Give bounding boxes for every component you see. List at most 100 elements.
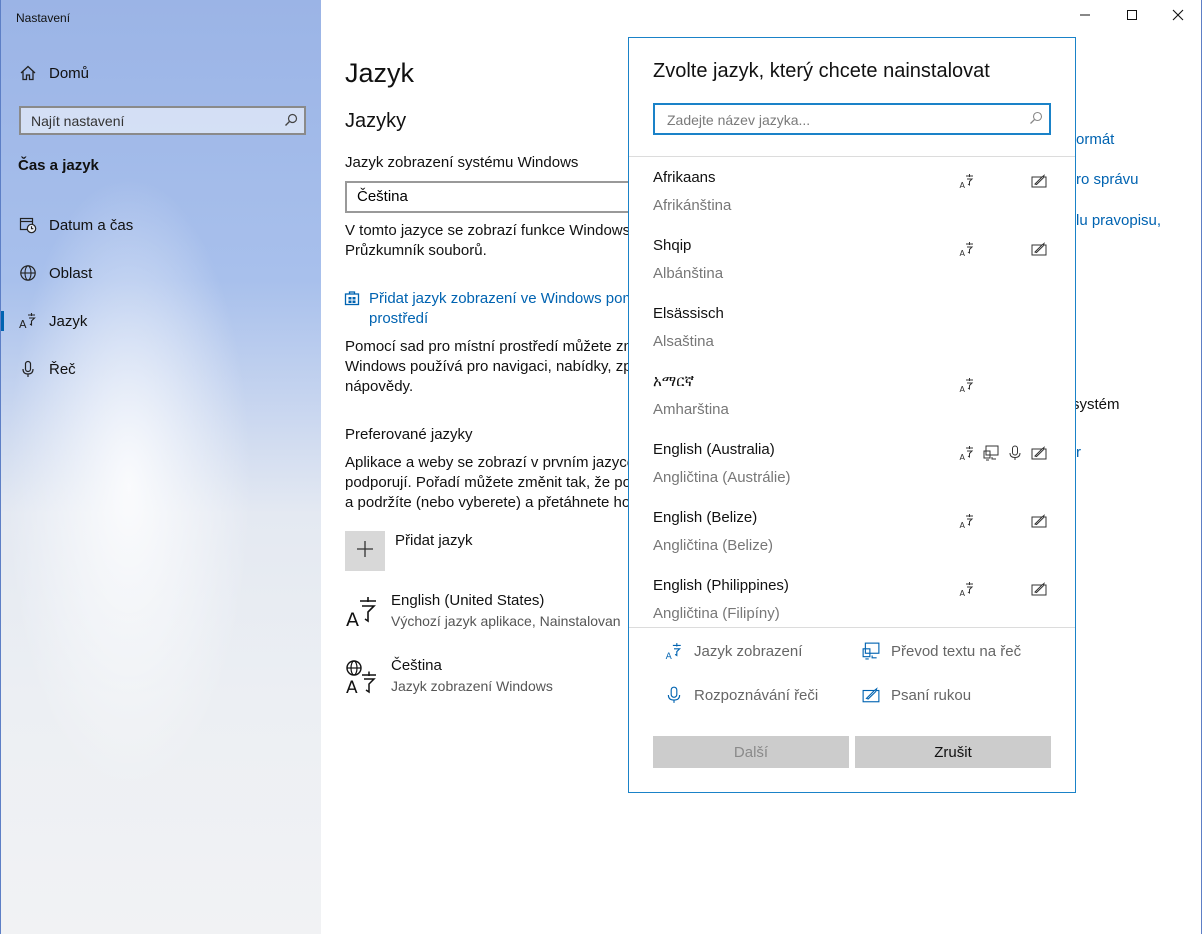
text-to-speech-icon (982, 444, 1000, 462)
list-item[interactable]: Shqip Albánština A (629, 225, 1075, 293)
svg-text:A: A (960, 589, 966, 597)
language-search-input[interactable] (665, 110, 1015, 129)
nav-region[interactable]: Oblast (1, 253, 322, 293)
handwriting-icon (1030, 172, 1048, 190)
sidebar: Nastavení Domů Čas a jazyk Datum a čas O… (0, 0, 321, 934)
minimize-icon (1079, 8, 1091, 26)
display-language-icon: A (958, 512, 976, 530)
dialog-title: Zvolte jazyk, který chcete nainstalovat (653, 60, 990, 82)
selection-indicator (1, 311, 4, 331)
calendar-clock-icon (18, 215, 38, 235)
related-link-spelling[interactable]: lu pravopisu, (1076, 211, 1161, 231)
search-icon[interactable] (1029, 111, 1043, 130)
legend-display-language: A Jazyk zobrazení (664, 641, 803, 661)
language-search[interactable] (653, 103, 1051, 135)
svg-text:A: A (960, 521, 966, 529)
speech-recognition-icon (664, 685, 684, 705)
display-desc-line1: V tomto jazyce se zobrazí funkce Windows… (345, 222, 635, 239)
maximize-button[interactable] (1109, 0, 1155, 34)
add-language-button[interactable] (345, 531, 385, 571)
installed-lang-name-1[interactable]: Čeština (391, 656, 442, 676)
settings-search-input[interactable] (29, 111, 269, 131)
legend-speech-recognition: Rozpoznávání řeči (664, 685, 818, 705)
display-language-label: Jazyk zobrazení systému Windows (345, 154, 579, 171)
nav-language[interactable]: A Jazyk (1, 301, 322, 341)
nav-date-time[interactable]: Datum a čas (1, 205, 322, 245)
handwriting-icon (1030, 512, 1048, 530)
close-icon (1172, 8, 1184, 26)
section-title: Čas a jazyk (18, 157, 99, 174)
install-language-dialog: Zvolte jazyk, který chcete nainstalovat … (628, 37, 1076, 793)
display-language-icon: A (664, 641, 684, 661)
language-name: English (Philippines) (653, 577, 789, 594)
settings-search[interactable] (19, 106, 306, 135)
nav-speech-label: Řeč (49, 360, 76, 378)
nav-home[interactable]: Domů (1, 53, 322, 93)
language-local-name: Angličtina (Austrálie) (653, 469, 791, 486)
legend-handwriting-label: Psaní rukou (891, 686, 972, 704)
legend-tts-label: Převod textu na řeč (891, 642, 1022, 660)
display-language-icon: A (958, 240, 976, 258)
list-item[interactable]: Afrikaans Afrikánština A (629, 157, 1075, 225)
list-item[interactable]: አማርኛ Amharština A (629, 361, 1075, 429)
display-language-dropdown[interactable]: Čeština (345, 181, 645, 213)
languages-heading: Jazyky (345, 110, 407, 132)
display-language-icon: A (958, 580, 976, 598)
language-name: Shqip (653, 237, 692, 254)
search-icon[interactable] (284, 113, 298, 132)
right-link-r[interactable]: r (1076, 443, 1081, 463)
add-display-language-link[interactable]: Přidat jazyk zobrazení ve Windows pom (369, 289, 635, 309)
preferred-desc-line1: Aplikace a weby se zobrazí v prvním jazy… (345, 454, 636, 471)
list-item[interactable]: English (Belize) Angličtina (Belize) A (629, 497, 1075, 565)
plus-icon (356, 540, 374, 563)
installed-lang-desc-0: Výchozí jazyk aplikace, Nainstalovan (391, 613, 621, 629)
svg-text:A: A (346, 609, 359, 628)
maximize-icon (1126, 8, 1138, 26)
legend-handwriting: Psaní rukou (861, 685, 971, 705)
minimize-button[interactable] (1062, 0, 1108, 34)
handwriting-icon (1030, 444, 1048, 462)
language-local-name: Afrikánština (653, 197, 732, 214)
store-icon (344, 290, 360, 311)
svg-text:A: A (346, 678, 358, 694)
list-item[interactable]: English (Philippines) Angličtina (Filipí… (629, 565, 1075, 627)
language-local-name: Angličtina (Belize) (653, 537, 774, 554)
window-title: Nastavení (16, 11, 71, 25)
pack-desc-line1: Pomocí sad pro místní prostředí můžete z… (345, 338, 636, 355)
handwriting-icon (1030, 240, 1048, 258)
nav-date-time-label: Datum a čas (49, 216, 134, 234)
language-list[interactable]: Afrikaans Afrikánština A Shqip Albánštin… (629, 156, 1075, 628)
language-icon: A (18, 311, 38, 331)
add-display-language-link-cont[interactable]: prostředí (369, 309, 428, 329)
nav-speech[interactable]: Řeč (1, 349, 322, 389)
pack-desc-line2: Windows používá pro navigaci, nabídky, z… (345, 358, 632, 375)
czech-language-icon: A (345, 660, 379, 699)
svg-text:A: A (960, 181, 966, 189)
svg-text:A: A (960, 453, 966, 461)
language-name: Afrikaans (653, 169, 716, 186)
next-button[interactable]: Další (653, 736, 849, 768)
preferred-desc-line2: podporují. Pořadí můžete změnit tak, že … (345, 474, 631, 491)
related-link-admin[interactable]: ro správu (1076, 170, 1139, 190)
display-language-icon: A (958, 376, 976, 394)
language-name: አማርኛ (653, 373, 695, 390)
cancel-button[interactable]: Zrušit (855, 736, 1051, 768)
related-link-format[interactable]: ormát (1076, 130, 1114, 150)
language-name: Elsässisch (653, 305, 724, 322)
preferred-languages-heading: Preferované jazyky (345, 426, 473, 443)
handwriting-icon (1030, 580, 1048, 598)
nav-region-label: Oblast (49, 264, 93, 282)
svg-text:A: A (666, 652, 673, 660)
legend-text-to-speech: Převod textu na řeč (861, 641, 1021, 661)
close-button[interactable] (1155, 0, 1201, 34)
page-title: Jazyk (345, 58, 415, 88)
microphone-icon (18, 359, 38, 379)
language-local-name: Alsaština (653, 333, 714, 350)
list-item[interactable]: Elsässisch Alsaština (629, 293, 1075, 361)
add-language-label[interactable]: Přidat jazyk (395, 531, 473, 551)
display-desc-line2: Průzkumník souborů. (345, 242, 487, 259)
installed-lang-name-0[interactable]: English (United States) (391, 591, 544, 611)
nav-home-label: Domů (49, 64, 90, 82)
list-item[interactable]: English (Australia) Angličtina (Austráli… (629, 429, 1075, 497)
svg-text:A: A (960, 249, 966, 257)
